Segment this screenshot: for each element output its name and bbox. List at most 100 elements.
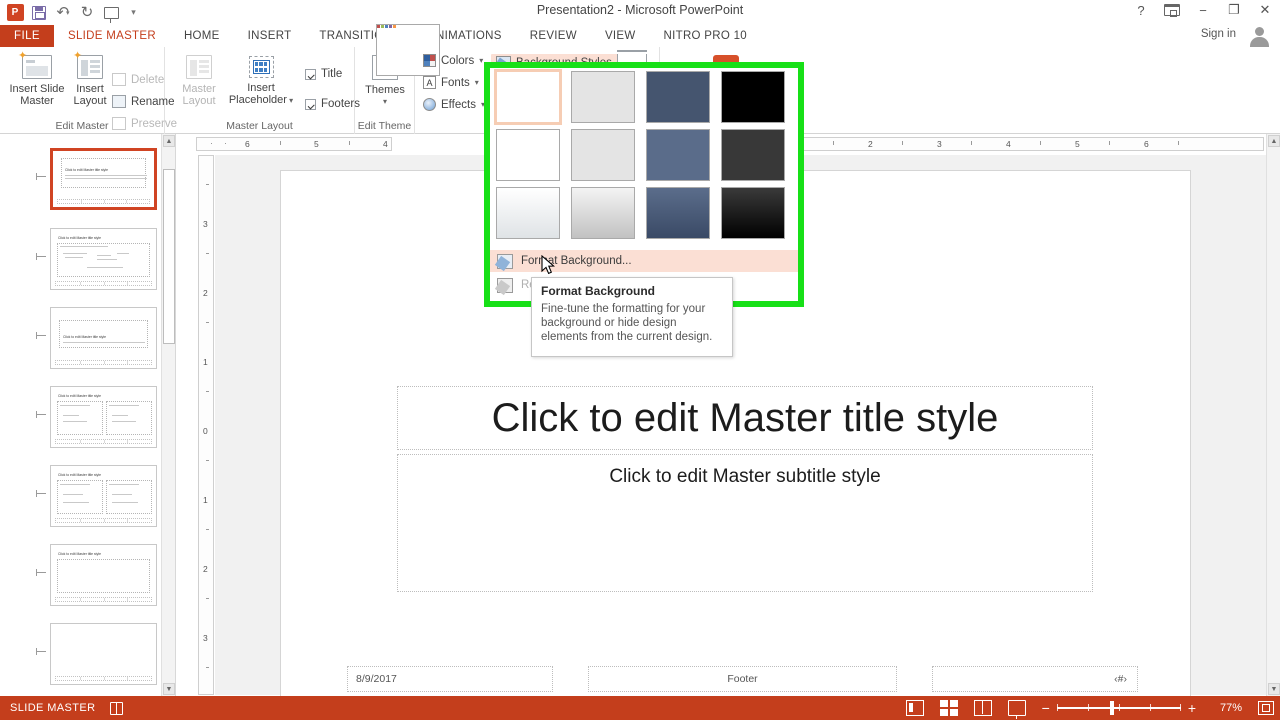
thumb-connector — [36, 569, 46, 576]
normal-view-button[interactable] — [905, 700, 924, 716]
insert-placeholder-button[interactable]: Insert Placeholder ▾ — [223, 53, 299, 107]
thumb-title-text: Click to edit Master title style — [63, 335, 106, 339]
group-title-edit-theme: Edit Theme — [357, 120, 412, 132]
tab-view[interactable]: VIEW — [591, 25, 650, 47]
delete-button[interactable]: Delete — [112, 73, 164, 86]
background-styles-gallery-highlight: Format Background... Reset Slide Backgro… — [484, 62, 804, 307]
insert-placeholder-label-2: Placeholder — [228, 94, 287, 106]
slide-number-placeholder[interactable]: ‹#› — [932, 666, 1138, 692]
hruler-right-segment — [794, 137, 1264, 151]
close-button[interactable]: ✕ — [1256, 2, 1274, 18]
chevron-down-icon[interactable]: ▾ — [287, 96, 293, 105]
master-layout-button[interactable]: Master Layout — [173, 53, 225, 107]
reset-slide-background-icon — [497, 277, 513, 293]
scroll-down-icon[interactable]: ▼ — [1268, 683, 1280, 695]
themes-button[interactable]: Aa Themes ▾ — [355, 24, 440, 108]
thumb-title-text: Click to edit Master title style — [65, 168, 108, 172]
thumb-connector — [36, 648, 46, 655]
tab-home[interactable]: HOME — [170, 25, 234, 47]
subtitle-placeholder[interactable]: Click to edit Master subtitle style — [397, 454, 1093, 592]
fonts-button[interactable]: A Fonts ▾ — [423, 76, 479, 89]
title-checkbox[interactable]: Title — [305, 68, 342, 80]
format-background-icon — [497, 253, 513, 269]
scroll-up-icon[interactable]: ▲ — [1268, 135, 1280, 147]
help-icon[interactable]: ? — [1132, 3, 1150, 18]
date-placeholder[interactable]: 8/9/2017 — [347, 666, 553, 692]
footer-placeholder[interactable]: Footer — [588, 666, 897, 692]
zoom-slider[interactable]: − + — [1042, 701, 1196, 715]
layout-title-content-thumb[interactable]: Click to edit Master title style — [36, 228, 157, 290]
sign-in-link[interactable]: Sign in — [1201, 28, 1236, 40]
tab-slide-master[interactable]: SLIDE MASTER — [54, 25, 170, 47]
background-style-swatch-6[interactable] — [571, 129, 635, 181]
slide-master-thumb[interactable]: Click to edit Master title style — [36, 148, 157, 210]
background-style-swatch-5[interactable] — [496, 129, 560, 181]
hruler-tick-2r: 2 — [868, 139, 873, 149]
ribbon-display-options-icon[interactable] — [1163, 4, 1181, 17]
zoom-track[interactable] — [1056, 701, 1181, 715]
effects-button[interactable]: Effects ▾ — [423, 98, 485, 111]
background-style-swatch-7[interactable] — [646, 129, 710, 181]
background-style-swatch-12[interactable] — [721, 187, 785, 239]
tab-insert[interactable]: INSERT — [234, 25, 306, 47]
window-title: Presentation2 - Microsoft PowerPoint — [536, 3, 744, 17]
zoom-in-button[interactable]: + — [1188, 701, 1196, 715]
footers-checkbox[interactable]: Footers — [305, 98, 360, 110]
scroll-up-icon[interactable]: ▲ — [163, 135, 175, 147]
background-style-swatch-3[interactable] — [646, 71, 710, 123]
vertical-ruler[interactable]: 3 2 1 0 1 2 3 — [198, 155, 214, 695]
tab-nitro-pro-10[interactable]: NITRO PRO 10 — [650, 25, 761, 47]
checkbox-icon[interactable] — [305, 68, 316, 80]
canvas-vertical-scrollbar[interactable]: ▲ ▼ — [1266, 134, 1280, 696]
tab-file[interactable]: FILE — [0, 25, 54, 47]
background-style-swatch-1[interactable] — [494, 69, 562, 125]
notes-icon[interactable] — [109, 701, 123, 715]
colors-button[interactable]: Colors ▾ — [423, 54, 483, 67]
reading-view-button[interactable] — [973, 700, 992, 716]
background-style-swatch-2[interactable] — [571, 71, 635, 123]
slide-show-button[interactable] — [1007, 700, 1026, 719]
ribbon-tab-strip: FILE SLIDE MASTER HOME INSERT TRANSITION… — [0, 25, 1280, 47]
avatar[interactable] — [1246, 26, 1272, 48]
insert-layout-label-2: Layout — [73, 95, 107, 107]
zoom-percent-label[interactable]: 77% — [1212, 702, 1242, 714]
restore-button[interactable]: ❐ — [1225, 2, 1243, 18]
background-style-swatch-8[interactable] — [721, 129, 785, 181]
checkbox-icon[interactable] — [305, 98, 316, 110]
fit-to-window-button[interactable] — [1258, 701, 1274, 715]
background-style-swatch-10[interactable] — [571, 187, 635, 239]
thumbnail-pane-scrollbar[interactable]: ▲ ▼ — [161, 134, 175, 696]
layout-blank-thumb[interactable] — [36, 623, 157, 685]
minimize-button[interactable]: − — [1194, 3, 1212, 18]
layout-section-header-thumb[interactable]: Click to edit Master title style — [36, 307, 157, 369]
layout-two-content-thumb[interactable]: Click to edit Master title style — [36, 386, 157, 448]
status-bar-left: SLIDE MASTER — [10, 696, 123, 720]
effects-icon — [423, 98, 436, 111]
background-style-swatch-9[interactable] — [496, 187, 560, 239]
background-style-swatch-4[interactable] — [721, 71, 785, 123]
layout-comparison-thumb[interactable]: Click to edit Master title style — [36, 465, 157, 527]
themes-label: Themes — [365, 84, 405, 96]
zoom-out-button[interactable]: − — [1042, 701, 1050, 715]
title-bar: P ↶ ▾ ↻ ▾ Presentation2 - Microsoft Power… — [0, 0, 1280, 25]
insert-slide-master-button[interactable]: ✦ Insert Slide Master — [6, 51, 68, 108]
insert-layout-button[interactable]: ✦ Insert Layout — [68, 51, 112, 108]
slide-sorter-view-button[interactable] — [939, 700, 958, 716]
scroll-down-icon[interactable]: ▼ — [163, 683, 175, 695]
ribbon-group-edit-theme: Aa Themes ▾ Edit Theme — [355, 24, 440, 134]
insert-layout-label-1: Insert — [76, 83, 104, 95]
colors-icon — [423, 54, 436, 67]
chevron-down-icon[interactable]: ▾ — [355, 96, 415, 108]
scrollbar-thumb[interactable] — [163, 169, 175, 344]
layout-title-only-thumb[interactable]: Click to edit Master title style — [36, 544, 157, 606]
thumb-connector — [36, 411, 46, 418]
placeholder-icon — [248, 56, 274, 78]
slide-thumbnail-pane[interactable]: Click to edit Master title style Click t… — [0, 134, 176, 696]
tab-review[interactable]: REVIEW — [516, 25, 591, 47]
insert-placeholder-label-1: Insert — [247, 82, 275, 94]
thumb-connector — [36, 173, 46, 180]
background-style-swatch-11[interactable] — [646, 187, 710, 239]
zoom-slider-handle[interactable] — [1109, 701, 1114, 715]
title-placeholder[interactable]: Click to edit Master title style — [397, 386, 1093, 450]
format-background-menu-item[interactable]: Format Background... — [490, 250, 798, 272]
